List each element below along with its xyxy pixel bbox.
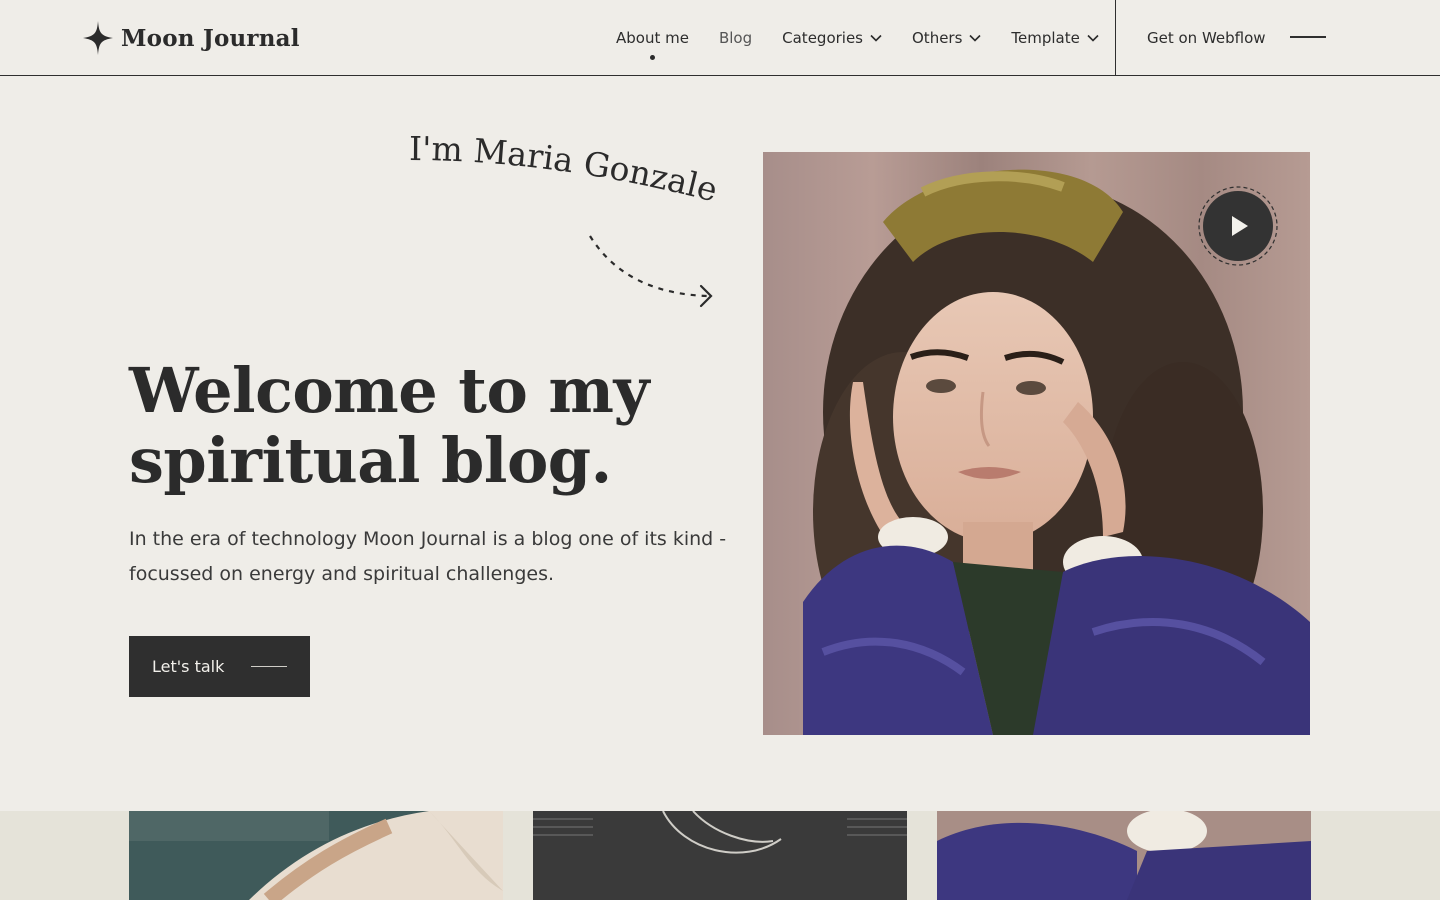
greeting-text: I'm Maria Gonzalez — [396, 109, 721, 209]
brand-logo[interactable]: Moon Journal — [83, 21, 300, 55]
hero-description: In the era of technology Moon Journal is… — [129, 528, 727, 585]
site-header: Moon Journal About me Blog Categories Ot… — [0, 0, 1440, 76]
header-divider — [1115, 0, 1116, 75]
hero-title: Welcome to my spiritual blog. — [129, 356, 749, 496]
button-line-icon — [251, 666, 287, 667]
main-nav: About me Blog Categories Others Template — [600, 0, 1129, 75]
nav-label: Template — [1011, 28, 1080, 47]
four-point-star-icon — [83, 21, 113, 55]
nav-item-others[interactable]: Others — [912, 0, 981, 75]
chevron-down-icon — [969, 34, 981, 42]
hero-title-line1: Welcome to my — [129, 354, 650, 427]
featured-card-portrait[interactable] — [937, 811, 1311, 900]
lets-talk-button[interactable]: Let's talk — [129, 636, 310, 697]
nav-item-template[interactable]: Template — [1011, 0, 1099, 75]
greeting-script: I'm Maria Gonzalez — [396, 109, 725, 220]
dashed-arrow-icon — [589, 235, 713, 308]
chevron-down-icon — [870, 34, 882, 42]
menu-line-icon[interactable] — [1290, 36, 1326, 38]
play-video-button[interactable] — [1197, 185, 1279, 267]
nav-label: Others — [912, 28, 963, 47]
nav-item-blog[interactable]: Blog — [719, 0, 752, 75]
nav-label: Blog — [718, 28, 753, 47]
nav-item-categories[interactable]: Categories — [782, 0, 882, 75]
svg-text:I'm Maria Gonzalez: I'm Maria Gonzalez — [396, 109, 721, 209]
chevron-down-icon — [1087, 34, 1099, 42]
lets-talk-label: Let's talk — [152, 657, 225, 676]
brand-name: Moon Journal — [121, 24, 300, 52]
active-indicator-dot — [649, 55, 655, 60]
hero-title-line2: spiritual blog. — [129, 424, 612, 497]
nav-label: Categories — [782, 28, 863, 47]
nav-label: About me — [616, 28, 689, 47]
featured-card-moon[interactable] — [533, 811, 907, 900]
nav-item-about-me[interactable]: About me — [616, 0, 689, 75]
get-on-webflow-link[interactable]: Get on Webflow — [1147, 0, 1266, 75]
featured-card-beach[interactable] — [129, 811, 503, 900]
